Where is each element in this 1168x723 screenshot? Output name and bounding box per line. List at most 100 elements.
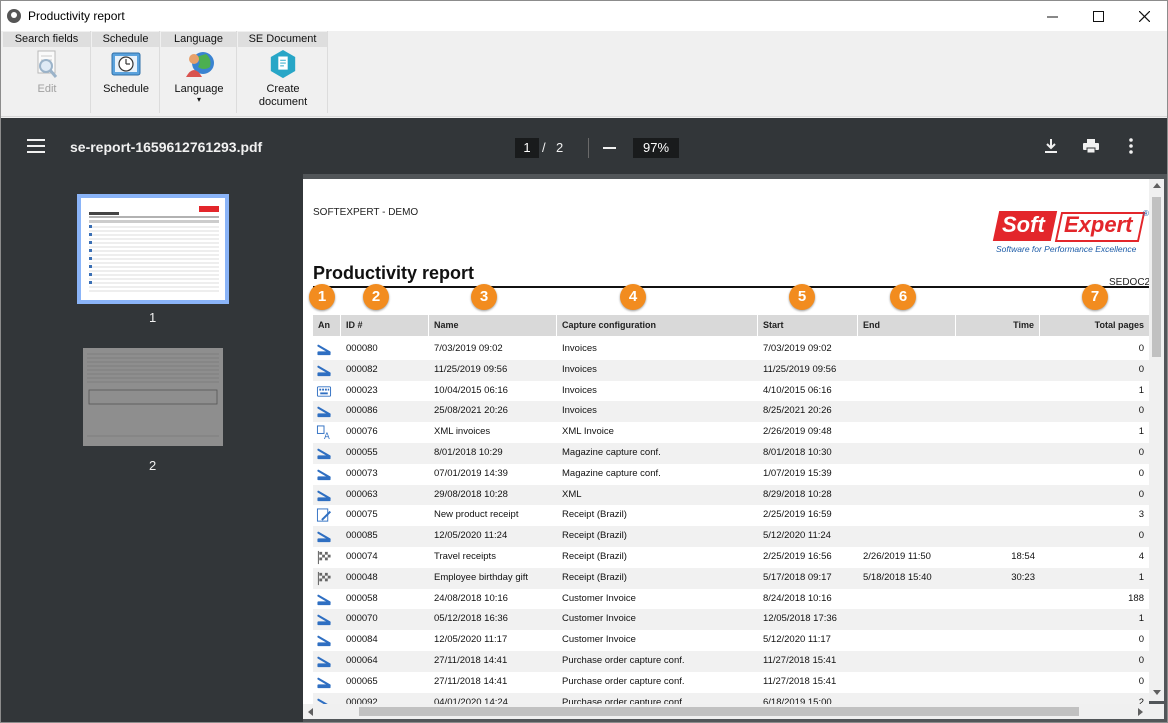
ribbon-group-search-fields: Search fields Edit xyxy=(3,31,91,113)
create-document-button[interactable]: Create document xyxy=(246,49,320,109)
cell-time xyxy=(956,485,1035,506)
scroll-right-arrow-icon[interactable] xyxy=(1138,708,1143,716)
callout-5: 5 xyxy=(789,284,815,310)
table-row[interactable]: 000082 11/25/2019 09:56 Invoices 11/25/2019… xyxy=(313,359,1149,381)
cell-total-pages: 0 xyxy=(1138,530,1144,542)
cell-time xyxy=(956,630,1035,651)
zoom-out-icon[interactable] xyxy=(603,147,616,149)
edit-search-icon xyxy=(37,50,58,78)
cell-time xyxy=(956,443,1035,464)
cell-capture-configuration: Invoices xyxy=(562,405,597,417)
cell-total-pages: 0 xyxy=(1138,467,1144,479)
cell-time xyxy=(956,360,1035,381)
cell-start: 11/27/2018 15:41 xyxy=(763,675,837,687)
table-row[interactable]: 000023 10/04/2015 06:16 Invoices 4/10/2015 … xyxy=(313,381,1149,402)
cell-name: 29/08/2018 10:28 xyxy=(434,488,508,500)
cell-capture-configuration: XML Invoice xyxy=(562,426,614,438)
finish-flag-icon xyxy=(317,550,331,565)
cell-id: 000074 xyxy=(346,550,378,562)
cell-capture-configuration: Receipt (Brazil) xyxy=(562,509,627,521)
create-document-label-line2: document xyxy=(258,96,308,108)
cell-end: 5/18/2018 15:40 xyxy=(863,571,932,583)
schedule-button[interactable]: Schedule xyxy=(98,49,154,96)
scroll-up-arrow-icon[interactable] xyxy=(1153,183,1161,188)
thumbnail-page-2[interactable] xyxy=(83,348,223,446)
table-row[interactable]: A 000076 XML invoices XML Invoice 2/26/2019 … xyxy=(313,422,1149,443)
cell-capture-configuration: Magazine capture conf. xyxy=(562,446,661,458)
cell-capture-configuration: Invoices xyxy=(562,384,597,396)
print-icon[interactable] xyxy=(1081,136,1101,156)
table-row[interactable]: 000073 07/01/2019 14:39 Magazine capture c… xyxy=(313,464,1149,485)
finish-flag-icon xyxy=(317,571,331,585)
scroll-down-arrow-icon[interactable] xyxy=(1153,690,1161,695)
ribbon-group-se-document: SE Document Create document xyxy=(238,31,328,113)
callout-3: 3 xyxy=(471,284,497,310)
horizontal-scrollbar[interactable] xyxy=(303,704,1164,719)
table-row[interactable]: 000063 29/08/2018 10:28 XML 8/29/2018 10:28… xyxy=(313,484,1149,506)
scanner-icon xyxy=(317,656,331,668)
cell-start: 5/17/2018 09:17 xyxy=(763,571,832,583)
cell-total-pages: 1 xyxy=(1138,384,1144,396)
table-header: An ID # Name Capture configuration Start… xyxy=(313,315,1149,336)
cell-time xyxy=(956,651,1035,672)
table-row[interactable]: 000075 New product receipt Receipt (Brazil… xyxy=(313,505,1149,526)
cell-start: 2/25/2019 16:59 xyxy=(763,509,832,521)
page-area: SOFTEXPERT - DEMO Soft Expert ® Software… xyxy=(303,174,1167,722)
thumbnail-sidebar: 1 2 xyxy=(1,174,303,722)
table-row[interactable]: 000084 12/05/2020 11:17 Customer Invoice 5/… xyxy=(313,630,1149,651)
table-row[interactable]: 000055 8/01/2018 10:29 Magazine capture co… xyxy=(313,442,1149,464)
scanner-icon xyxy=(317,635,331,647)
minimize-icon xyxy=(1046,16,1058,17)
cell-capture-configuration: XML xyxy=(562,488,582,500)
create-document-label-line1: Create xyxy=(266,83,300,95)
table-row[interactable]: 000064 27/11/2018 14:41 Purchase order cap… xyxy=(313,650,1149,672)
more-options-icon[interactable] xyxy=(1121,136,1141,156)
ribbon-toolbar: Search fields Edit Schedule Schedule Lan… xyxy=(1,31,1167,117)
window-title: Productivity report xyxy=(28,9,125,23)
cell-total-pages: 0 xyxy=(1138,363,1144,375)
cell-id: 000055 xyxy=(346,446,378,458)
zoom-input[interactable]: 97% xyxy=(633,138,679,158)
cell-total-pages: 0 xyxy=(1138,343,1144,354)
callout-7: 7 xyxy=(1082,284,1108,310)
scanner-icon xyxy=(317,448,331,460)
table-row[interactable]: 000086 25/08/2021 20:26 Invoices 8/25/2021 … xyxy=(313,401,1149,423)
vertical-scrollbar[interactable] xyxy=(1149,179,1164,701)
table-row[interactable]: 000080 7/03/2019 09:02 Invoices 7/03/2019 0… xyxy=(313,339,1149,360)
table-row[interactable]: 000085 12/05/2020 11:24 Receipt (Brazil) 5/… xyxy=(313,526,1149,547)
minimize-button[interactable] xyxy=(1029,1,1075,31)
cell-name: 07/01/2019 14:39 xyxy=(434,467,508,479)
language-button[interactable]: Language ▾ xyxy=(169,49,229,104)
thumbnail-page-2-preview xyxy=(87,353,219,437)
current-page-input[interactable]: 1 xyxy=(515,138,539,158)
cell-name: Employee birthday gift xyxy=(434,571,528,583)
scroll-left-arrow-icon[interactable] xyxy=(308,708,313,716)
edit-button[interactable]: Edit xyxy=(23,49,71,96)
cell-name: 7/03/2019 09:02 xyxy=(434,343,503,354)
table-row[interactable]: 000070 05/12/2018 16:36 Customer Invoice 12… xyxy=(313,609,1149,631)
cell-capture-configuration: Purchase order capture conf. xyxy=(562,675,685,687)
cell-start: 1/07/2019 15:39 xyxy=(763,467,832,479)
table-row[interactable]: 000058 24/08/2018 10:16 Customer Invoice 8/… xyxy=(313,589,1149,610)
cell-id: 000023 xyxy=(346,384,378,396)
table-row[interactable]: 000074 Travel receipts Receipt (Brazil) 2/2… xyxy=(313,547,1149,568)
cell-id: 000073 xyxy=(346,467,378,479)
thumbnail-page-1[interactable] xyxy=(77,194,229,304)
menu-icon[interactable] xyxy=(27,139,45,153)
toolbar-divider xyxy=(588,138,589,158)
table-row[interactable]: 000065 27/11/2018 14:41 Purchase order cap… xyxy=(313,672,1149,693)
maximize-button[interactable] xyxy=(1075,1,1121,31)
close-button[interactable] xyxy=(1121,1,1167,31)
schedule-clock-icon xyxy=(111,52,141,76)
cell-id: 000082 xyxy=(346,363,378,375)
horizontal-scrollbar-thumb[interactable] xyxy=(359,707,1079,716)
cell-id: 000070 xyxy=(346,613,378,625)
scanner-icon xyxy=(317,365,331,376)
vertical-scrollbar-thumb[interactable] xyxy=(1152,197,1161,357)
download-icon[interactable] xyxy=(1041,136,1061,156)
table-row[interactable]: 000048 Employee birthday gift Receipt (Bra… xyxy=(313,567,1149,589)
cell-start: 8/24/2018 10:16 xyxy=(763,592,832,604)
title-bar: Productivity report xyxy=(1,1,1167,31)
scanner-icon xyxy=(317,407,331,418)
cell-capture-configuration: Customer Invoice xyxy=(562,634,636,646)
